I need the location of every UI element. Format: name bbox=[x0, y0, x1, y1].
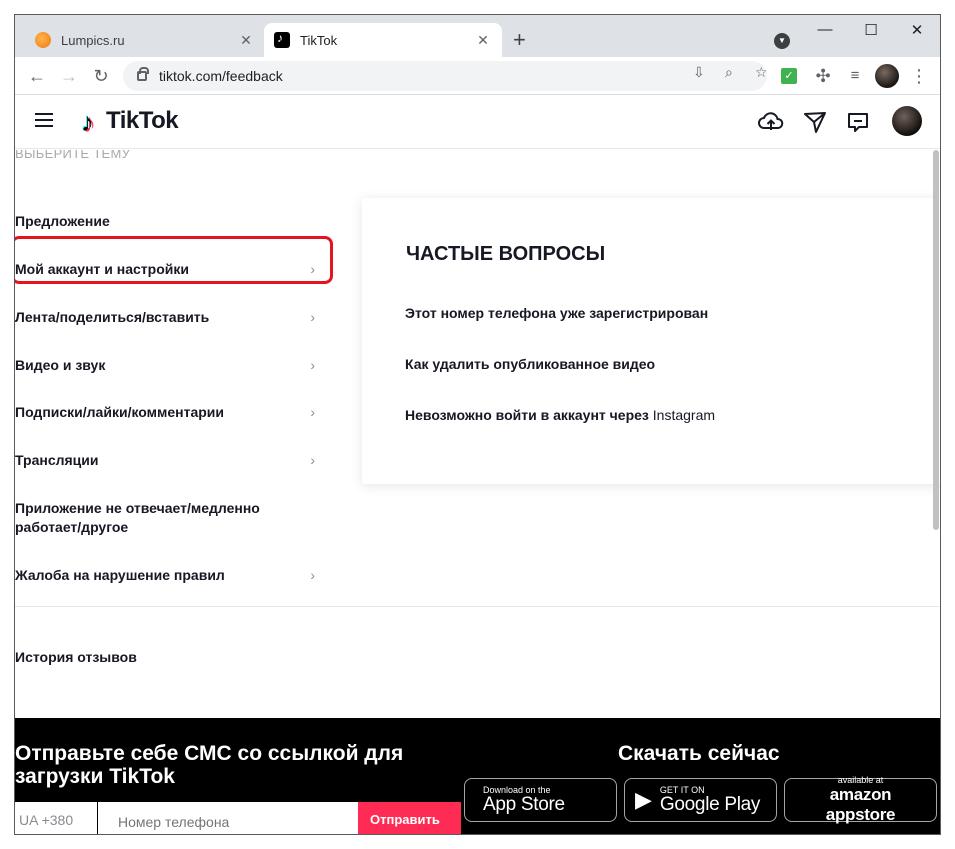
topic-live[interactable]: Трансляции › bbox=[15, 451, 315, 470]
new-tab-button[interactable]: + bbox=[513, 29, 526, 51]
back-icon[interactable]: ← bbox=[25, 64, 49, 88]
upload-cloud-icon[interactable] bbox=[757, 108, 785, 136]
tab-lumpics[interactable]: Lumpics.ru ✕ bbox=[25, 23, 265, 57]
zoom-icon[interactable]: ⌕ bbox=[725, 64, 733, 81]
forward-icon[interactable]: → bbox=[57, 64, 81, 88]
google-play-icon: ▶ bbox=[635, 787, 652, 812]
chevron-right-icon: › bbox=[310, 567, 315, 583]
faq-question[interactable]: Невозможно войти в аккаунт через Instagr… bbox=[405, 407, 715, 423]
browser-toolbar: ← → ↻ tiktok.com/feedback ⇩ ⌕ ☆ ✓ ✣ ≡ ⋮ bbox=[15, 57, 940, 95]
install-icon[interactable]: ⇩ bbox=[693, 64, 705, 81]
tab-search-icon[interactable]: ▼ bbox=[774, 33, 790, 49]
window-close-icon[interactable]: ✕ bbox=[894, 21, 940, 39]
bookmark-star-icon[interactable]: ☆ bbox=[755, 64, 768, 81]
browser-window: Lumpics.ru ✕ TikTok ✕ + ▼ — ☐ ✕ ← → ↻ ti… bbox=[14, 14, 941, 835]
lock-icon[interactable] bbox=[137, 67, 149, 81]
extensions-puzzle-icon[interactable]: ✣ bbox=[811, 64, 835, 88]
maximize-icon[interactable]: ☐ bbox=[848, 21, 894, 39]
faq-question[interactable]: Как удалить опубликованное видео bbox=[405, 356, 655, 372]
logo-text: TikTok bbox=[106, 107, 179, 134]
tab-title: TikTok bbox=[300, 32, 338, 48]
phone-input[interactable] bbox=[98, 802, 358, 834]
highlight-annotation bbox=[15, 236, 333, 284]
chevron-right-icon: › bbox=[310, 452, 315, 468]
page-scrollbar[interactable] bbox=[932, 150, 940, 530]
faq-title: ЧАСТЫЕ ВОПРОСЫ bbox=[406, 243, 606, 265]
tab-strip: Lumpics.ru ✕ TikTok ✕ + ▼ — ☐ ✕ bbox=[15, 15, 940, 57]
url-text[interactable]: tiktok.com/feedback bbox=[159, 68, 283, 84]
faq-card: ЧАСТЫЕ ВОПРОСЫ Этот номер телефона уже з… bbox=[362, 198, 940, 484]
feedback-page: ВЫБЕРИТЕ ТЕМУ Предложение Мой аккаунт и … bbox=[15, 150, 940, 718]
sms-title: Отправьте себе СМС со ссылкой для загруз… bbox=[15, 742, 404, 788]
topic-label: Трансляции bbox=[15, 452, 99, 468]
faq-question[interactable]: Этот номер телефона уже зарегистрирован bbox=[405, 305, 708, 321]
send-icon[interactable] bbox=[801, 108, 829, 136]
chevron-right-icon: › bbox=[310, 404, 315, 420]
close-icon[interactable]: ✕ bbox=[474, 32, 492, 49]
phone-form: UA +380 Отправить bbox=[15, 802, 461, 834]
topic-follows-likes[interactable]: Подписки/лайки/комментарии › bbox=[15, 403, 315, 422]
extension-check-icon[interactable]: ✓ bbox=[781, 68, 797, 84]
store-big-text: amazon appstore bbox=[825, 785, 896, 824]
topic-label: Лента/поделиться/вставить bbox=[15, 309, 210, 325]
minimize-icon[interactable]: — bbox=[802, 21, 848, 38]
footer: Отправьте себе СМС со ссылкой для загруз… bbox=[15, 718, 940, 834]
lumpics-favicon-icon bbox=[35, 32, 51, 48]
tiktok-logo[interactable]: ♪ ♪ ♪ TikTok bbox=[78, 106, 179, 138]
store-big-text: Google Play bbox=[659, 794, 761, 815]
close-icon[interactable]: ✕ bbox=[237, 32, 255, 49]
topic-label: Приложение не отвечает/медленно работает… bbox=[15, 500, 260, 535]
media-control-icon[interactable]: ≡ bbox=[843, 64, 867, 88]
faq-question-suffix: Instagram bbox=[652, 407, 716, 423]
browser-menu-icon[interactable]: ⋮ bbox=[907, 64, 931, 88]
topic-label: Предложение bbox=[15, 213, 110, 229]
store-big-text: App Store bbox=[483, 794, 565, 815]
inbox-message-icon[interactable] bbox=[844, 108, 872, 136]
topic-suggestion[interactable]: Предложение bbox=[15, 212, 315, 231]
section-title: ВЫБЕРИТЕ ТЕМУ bbox=[15, 150, 131, 161]
feedback-history-link[interactable]: История отзывов bbox=[15, 649, 137, 665]
topic-label: Жалоба на нарушение правил bbox=[15, 567, 225, 583]
topic-label: Видео и звук bbox=[15, 357, 106, 373]
chevron-right-icon: › bbox=[310, 357, 315, 373]
send-sms-button[interactable]: Отправить bbox=[358, 802, 461, 834]
tab-tiktok[interactable]: TikTok ✕ bbox=[264, 23, 502, 57]
tab-title: Lumpics.ru bbox=[61, 32, 125, 48]
address-bar[interactable]: tiktok.com/feedback ⇩ ⌕ ☆ bbox=[123, 61, 768, 91]
browser-profile-avatar[interactable] bbox=[875, 64, 899, 88]
divider bbox=[15, 606, 940, 607]
store-small-text: available at bbox=[837, 775, 884, 785]
user-avatar[interactable] bbox=[892, 106, 922, 136]
topic-app-issues[interactable]: Приложение не отвечает/медленно работает… bbox=[15, 499, 285, 537]
reload-icon[interactable]: ↻ bbox=[89, 64, 113, 88]
tiktok-favicon-icon bbox=[274, 31, 290, 48]
tiktok-note-icon: ♪ ♪ ♪ bbox=[80, 106, 96, 138]
tiktok-header: ♪ ♪ ♪ TikTok bbox=[15, 95, 940, 149]
app-store-badge[interactable]: Download on the App Store bbox=[464, 778, 617, 822]
faq-question-text: Невозможно войти в аккаунт через bbox=[405, 407, 649, 423]
chevron-right-icon: › bbox=[310, 309, 315, 325]
topic-video-sound[interactable]: Видео и звук › bbox=[15, 356, 315, 375]
country-code-select[interactable]: UA +380 bbox=[15, 802, 97, 834]
amazon-appstore-badge[interactable]: available at amazon appstore bbox=[784, 775, 937, 824]
google-play-badge[interactable]: ▶ GET IT ON Google Play bbox=[624, 778, 777, 822]
topic-report-violation[interactable]: Жалоба на нарушение правил › bbox=[15, 566, 315, 585]
country-code: UA +380 bbox=[19, 812, 74, 828]
topic-label: Подписки/лайки/комментарии bbox=[15, 404, 225, 420]
topic-feed-share[interactable]: Лента/поделиться/вставить › bbox=[15, 308, 315, 327]
scrollbar-thumb[interactable] bbox=[933, 150, 939, 530]
download-title: Скачать сейчас bbox=[618, 742, 780, 765]
hamburger-menu-icon[interactable] bbox=[35, 113, 53, 127]
